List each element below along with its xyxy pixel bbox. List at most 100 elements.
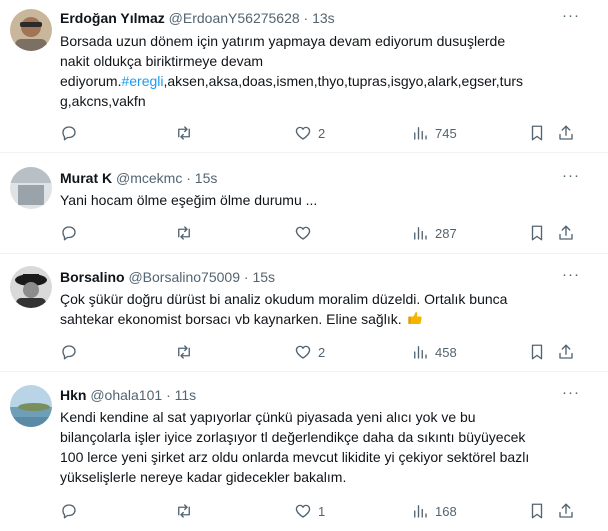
- view-count: 458: [435, 344, 457, 360]
- like-button[interactable]: 1: [294, 501, 325, 521]
- separator-dot: ·: [243, 269, 249, 285]
- more-icon[interactable]: ···: [560, 267, 582, 289]
- views-button[interactable]: 287: [411, 223, 457, 243]
- retweet-button[interactable]: [175, 223, 199, 243]
- author-name[interactable]: Murat K: [60, 170, 112, 186]
- like-button[interactable]: 2: [294, 342, 325, 362]
- reply-button[interactable]: [60, 123, 84, 143]
- tweet-text: Borsada uzun dönem için yatırım yapmaya …: [60, 31, 580, 111]
- tweet-text-line: bilançolarla işler iyice zorlaşıyor tl d…: [60, 429, 526, 445]
- bookmark-icon: [531, 125, 543, 141]
- like-button[interactable]: [294, 223, 318, 243]
- views-icon: [414, 227, 427, 240]
- views-button[interactable]: 168: [411, 501, 457, 521]
- thumbs-up-emoji: [407, 312, 422, 324]
- tweet-header: Murat K @mcekmc · 15s: [60, 168, 217, 188]
- tweet-header: Borsalino @Borsalino75009 · 15s: [60, 267, 275, 287]
- avatar[interactable]: [10, 266, 52, 308]
- more-icon[interactable]: ···: [560, 385, 582, 407]
- views-icon: [414, 505, 427, 518]
- tweet-text-line: 100 lerce yeni şirket arz oldu onlarda m…: [60, 449, 530, 465]
- reply-button[interactable]: [60, 342, 84, 362]
- action-bar: 2 745: [0, 123, 608, 143]
- action-bar: 2 458: [0, 342, 608, 362]
- author-name[interactable]: Hkn: [60, 387, 86, 403]
- timestamp[interactable]: 13s: [312, 10, 335, 26]
- reply-icon: [62, 126, 76, 141]
- tweet-text-line: Borsada uzun dönem için yatırım yapmaya …: [60, 33, 506, 49]
- tweet-text-line: g,akcns,vakfn: [60, 93, 146, 109]
- retweet-icon: [178, 126, 190, 140]
- tweet-header: Erdoğan Yılmaz @ErdoanY56275628 · 13s: [60, 8, 335, 28]
- timestamp[interactable]: 15s: [252, 269, 275, 285]
- author-handle[interactable]: @ohala101: [90, 387, 162, 403]
- bookmark-button[interactable]: [528, 342, 546, 362]
- tweet-text: Yani hocam ölme eşeğim ölme durumu ...: [60, 190, 580, 210]
- avatar[interactable]: [10, 167, 52, 209]
- tweet-header: Hkn @ohala101 · 11s: [60, 385, 196, 405]
- bookmark-icon: [531, 225, 543, 241]
- like-count: 1: [318, 503, 326, 519]
- share-icon: [559, 344, 573, 359]
- reply-button[interactable]: [60, 223, 84, 243]
- timeline-feed: Erdoğan Yılmaz @ErdoanY56275628 · 13s ··…: [0, 0, 608, 531]
- views-icon: [414, 127, 427, 140]
- share-button[interactable]: [557, 223, 575, 243]
- views-button[interactable]: 745: [411, 123, 457, 143]
- avatar[interactable]: [10, 9, 52, 51]
- tweet[interactable]: Hkn @ohala101 · 11s ··· Kendi kendine al…: [0, 372, 608, 531]
- separator-dot: ·: [186, 170, 191, 186]
- tweet-text-segment: ,aksen,aksa,doas,ismen,thyo,tupras,isgyo…: [163, 73, 524, 89]
- author-name[interactable]: Borsalino: [60, 269, 125, 285]
- bookmark-button[interactable]: [528, 501, 546, 521]
- avatar[interactable]: [10, 385, 52, 427]
- retweet-button[interactable]: [175, 123, 199, 143]
- tweet[interactable]: Erdoğan Yılmaz @ErdoanY56275628 · 13s ··…: [0, 0, 608, 153]
- tweet-text: Kendi kendine al sat yapıyorlar çünkü pi…: [60, 407, 580, 487]
- share-icon: [559, 503, 573, 518]
- heart-icon: [295, 126, 311, 140]
- like-count: 2: [318, 344, 326, 360]
- share-button[interactable]: [557, 342, 575, 362]
- bookmark-button[interactable]: [528, 123, 546, 143]
- author-handle[interactable]: @ErdoanY56275628: [169, 10, 300, 26]
- timestamp[interactable]: 15s: [195, 170, 218, 186]
- tweet-text-line: sahtekar ekonomist borsacı vb kaynarken.…: [60, 309, 580, 329]
- author-name[interactable]: Erdoğan Yılmaz: [60, 10, 165, 26]
- share-icon: [559, 125, 573, 140]
- view-count: 745: [435, 125, 457, 141]
- heart-icon: [295, 345, 311, 359]
- tweet-text-line: yükselişlerle nereye kadar gidecekler ba…: [60, 469, 347, 485]
- tweet-text-line: ediyorum.#eregli,aksen,aksa,doas,ismen,t…: [60, 71, 580, 91]
- share-button[interactable]: [557, 123, 575, 143]
- separator-dot: ·: [166, 387, 171, 403]
- tweet[interactable]: Murat K @mcekmc · 15s ··· Yani hocam ölm…: [0, 153, 608, 254]
- retweet-button[interactable]: [175, 342, 199, 362]
- tweet[interactable]: Borsalino @Borsalino75009 · 15s ··· Çok …: [0, 254, 608, 372]
- tweet-text-segment: ediyorum.: [60, 73, 122, 89]
- action-bar: 287: [0, 223, 608, 243]
- views-button[interactable]: 458: [411, 342, 457, 362]
- reply-icon: [62, 504, 76, 519]
- like-button[interactable]: 2: [294, 123, 325, 143]
- tweet-text-segment: sahtekar ekonomist borsacı vb kaynarken.…: [60, 311, 402, 327]
- more-icon[interactable]: ···: [560, 168, 582, 190]
- author-handle[interactable]: @Borsalino75009: [128, 269, 240, 285]
- retweet-icon: [178, 504, 190, 518]
- tweet-text-line: Kendi kendine al sat yapıyorlar çünkü pi…: [60, 409, 476, 425]
- retweet-button[interactable]: [175, 501, 199, 521]
- tweet-text-line: Çok şükür doğru dürüst bi analiz okudum …: [60, 291, 508, 307]
- reply-icon: [62, 345, 76, 360]
- reply-button[interactable]: [60, 501, 84, 521]
- hashtag-link[interactable]: #eregli: [121, 73, 163, 89]
- timestamp[interactable]: 11s: [175, 387, 197, 403]
- tweet-text-line: nakit oldukça biriktirmeye devam: [60, 53, 264, 69]
- more-icon[interactable]: ···: [560, 8, 582, 30]
- bookmark-button[interactable]: [528, 223, 546, 243]
- bookmark-icon: [531, 344, 543, 360]
- heart-icon: [295, 226, 311, 240]
- share-button[interactable]: [557, 501, 575, 521]
- bookmark-icon: [531, 503, 543, 519]
- tweet-text: Çok şükür doğru dürüst bi analiz okudum …: [60, 289, 580, 329]
- author-handle[interactable]: @mcekmc: [116, 170, 182, 186]
